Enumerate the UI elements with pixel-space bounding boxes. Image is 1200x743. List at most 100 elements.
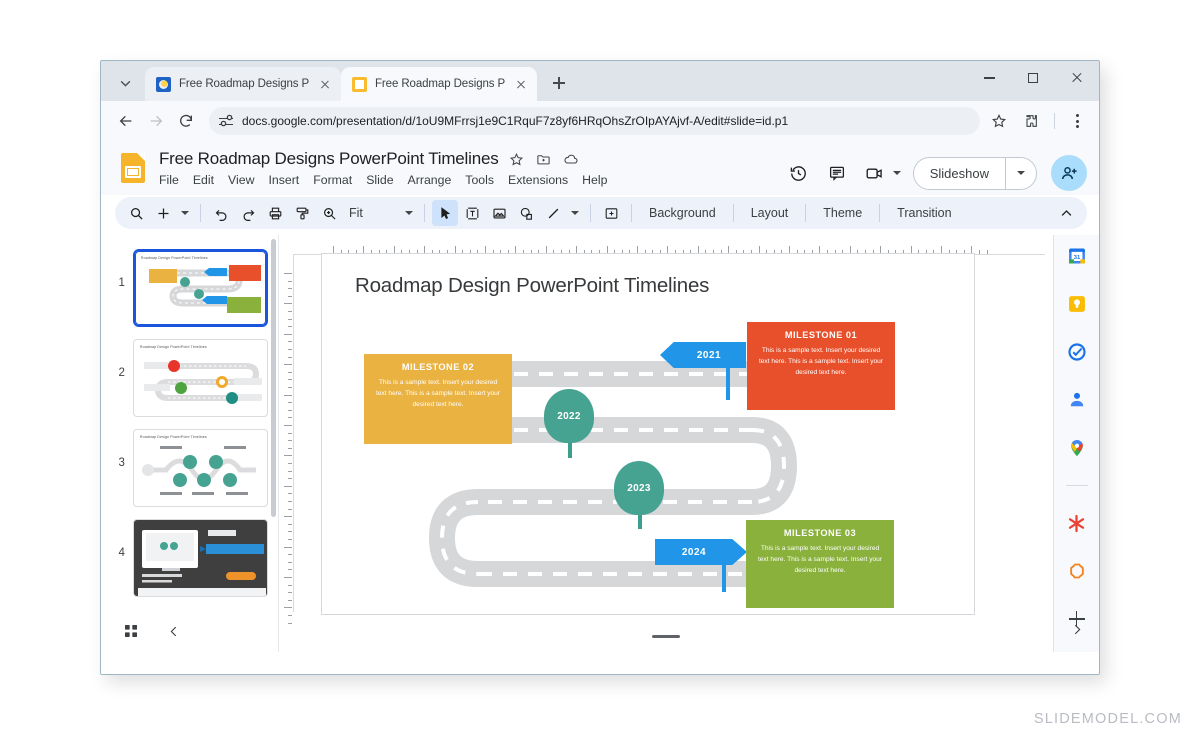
divider [805, 204, 807, 222]
filmstrip-scrollbar[interactable] [271, 239, 276, 529]
scrollbar-thumb[interactable] [271, 239, 276, 517]
new-tab-button[interactable] [545, 69, 573, 97]
menu-item-arrange[interactable]: Arrange [408, 173, 452, 187]
close-icon[interactable] [317, 76, 333, 92]
menu-item-help[interactable]: Help [582, 173, 607, 187]
transition-button[interactable]: Transition [887, 206, 961, 220]
share-button[interactable] [1051, 155, 1087, 191]
divider [200, 204, 201, 222]
milestone-03-box[interactable]: MILESTONE 03 This is a sample text. Inse… [746, 520, 894, 608]
slide-canvas-area: Roadmap Design PowerPoint Timelines 2021… [279, 235, 1053, 652]
line-icon[interactable] [540, 200, 566, 226]
comment-add-icon[interactable] [598, 200, 624, 226]
redo-icon[interactable] [235, 200, 261, 226]
close-icon[interactable] [1055, 61, 1099, 95]
reload-button[interactable] [171, 106, 201, 136]
chrome-menu-icon[interactable] [1065, 108, 1089, 134]
slide-thumbnail-3[interactable]: Roadmap Design PowerPoint Timelines [132, 429, 268, 507]
meet-camera-button[interactable] [858, 156, 901, 190]
menu-item-edit[interactable]: Edit [193, 173, 214, 187]
google-keep-icon[interactable] [1066, 293, 1088, 315]
speaker-notes-handle[interactable] [652, 635, 680, 638]
browser-tab-1[interactable]: Free Roadmap Designs PowerPo [145, 67, 341, 101]
generic-blue-icon [156, 76, 171, 92]
grid-view-icon[interactable] [123, 623, 139, 639]
milestone-02-box[interactable]: MILESTONE 02 This is a sample text. Inse… [364, 354, 512, 444]
menu-item-slide[interactable]: Slide [366, 173, 393, 187]
bookmark-star-icon[interactable] [986, 108, 1012, 134]
google-maps-icon[interactable] [1066, 437, 1088, 459]
collapse-toolbar-icon[interactable] [1053, 200, 1079, 226]
addon-red-asterisk-icon[interactable] [1066, 512, 1088, 534]
version-history-icon[interactable] [782, 156, 816, 190]
back-button[interactable] [111, 106, 141, 136]
milestone-01-box[interactable]: MILESTONE 01 This is a sample text. Inse… [747, 322, 895, 410]
site-settings-icon[interactable] [219, 114, 233, 128]
slide-thumbnail-4[interactable] [132, 519, 268, 597]
select-tool-icon[interactable] [432, 200, 458, 226]
slideshow-button[interactable]: Slideshow [912, 156, 1037, 190]
expand-panel-icon[interactable] [1069, 622, 1084, 642]
vertical-ruler[interactable] [279, 259, 293, 624]
address-bar[interactable]: docs.google.com/presentation/d/1oU9MFrrs… [209, 107, 980, 135]
menu-item-extensions[interactable]: Extensions [508, 173, 568, 187]
ruler-tick [288, 508, 292, 510]
list-item[interactable]: 3 Roadmap Design PowerPoint Timelines [101, 423, 278, 513]
forward-button[interactable] [141, 106, 171, 136]
screenshot-root: Free Roadmap Designs PowerPo Free Roadma… [0, 0, 1200, 743]
addon-orange-icon[interactable] [1066, 560, 1088, 582]
menu-item-format[interactable]: Format [313, 173, 352, 187]
slideshow-dropdown-button[interactable] [1006, 171, 1036, 175]
add-slide-dropdown-icon[interactable] [177, 200, 193, 226]
zoom-icon[interactable] [316, 200, 342, 226]
page-title[interactable]: Free Roadmap Designs PowerPoint Timeline… [159, 149, 499, 169]
ruler-tick [288, 539, 292, 540]
list-item[interactable]: 2 Roadmap Design PowerPoint Timelines [101, 333, 278, 423]
google-tasks-icon[interactable] [1066, 341, 1088, 363]
add-person-icon [1061, 166, 1077, 179]
menu-item-file[interactable]: File [159, 173, 179, 187]
slide-thumbnail-2[interactable]: Roadmap Design PowerPoint Timelines [132, 339, 268, 417]
thumb-art [143, 360, 262, 404]
menu-item-view[interactable]: View [228, 173, 254, 187]
slide-thumbnail-1[interactable]: Roadmap Design PowerPoint Timelines [132, 249, 268, 327]
list-item[interactable]: 4 [101, 513, 278, 603]
layout-button[interactable]: Layout [741, 206, 799, 220]
comment-icon[interactable] [820, 156, 854, 190]
insert-image-icon[interactable] [486, 200, 512, 226]
background-button[interactable]: Background [639, 206, 726, 220]
move-to-folder-icon[interactable] [535, 150, 553, 168]
collapse-filmstrip-icon[interactable] [167, 624, 182, 639]
search-icon[interactable] [123, 200, 149, 226]
ruler-tick [288, 584, 292, 586]
extensions-puzzle-icon[interactable] [1018, 108, 1044, 134]
chevron-down-icon [401, 200, 417, 226]
slide-number: 2 [118, 367, 125, 379]
header-actions: Slideshow [782, 147, 1087, 195]
google-contacts-icon[interactable] [1066, 389, 1088, 411]
google-calendar-icon[interactable]: 31 [1066, 245, 1088, 267]
cloud-saved-icon[interactable] [562, 150, 580, 168]
minimize-icon[interactable] [967, 61, 1011, 95]
print-icon[interactable] [262, 200, 288, 226]
add-slide-icon[interactable] [150, 200, 176, 226]
shape-icon[interactable] [513, 200, 539, 226]
list-item[interactable]: 1 Roadmap Design PowerPoint Timelines [101, 243, 278, 333]
theme-button[interactable]: Theme [813, 206, 872, 220]
menu-item-tools[interactable]: Tools [465, 173, 494, 187]
browser-tab-2[interactable]: Free Roadmap Designs PowerPo [341, 67, 537, 101]
maximize-icon[interactable] [1011, 61, 1055, 95]
undo-icon[interactable] [208, 200, 234, 226]
slide-editing-surface[interactable]: Roadmap Design PowerPoint Timelines 2021… [321, 253, 975, 615]
zoom-level-select[interactable]: Fit [343, 200, 417, 226]
ruler-tick [288, 326, 292, 328]
google-apps-side-panel: 31 [1053, 235, 1099, 652]
line-dropdown-icon[interactable] [567, 200, 583, 226]
text-box-icon[interactable] [459, 200, 485, 226]
star-icon[interactable] [508, 150, 526, 168]
tab-search-icon[interactable] [107, 69, 143, 97]
menu-item-insert[interactable]: Insert [268, 173, 299, 187]
paint-format-icon[interactable] [289, 200, 315, 226]
close-icon[interactable] [513, 76, 529, 92]
ruler-tick [288, 592, 292, 594]
